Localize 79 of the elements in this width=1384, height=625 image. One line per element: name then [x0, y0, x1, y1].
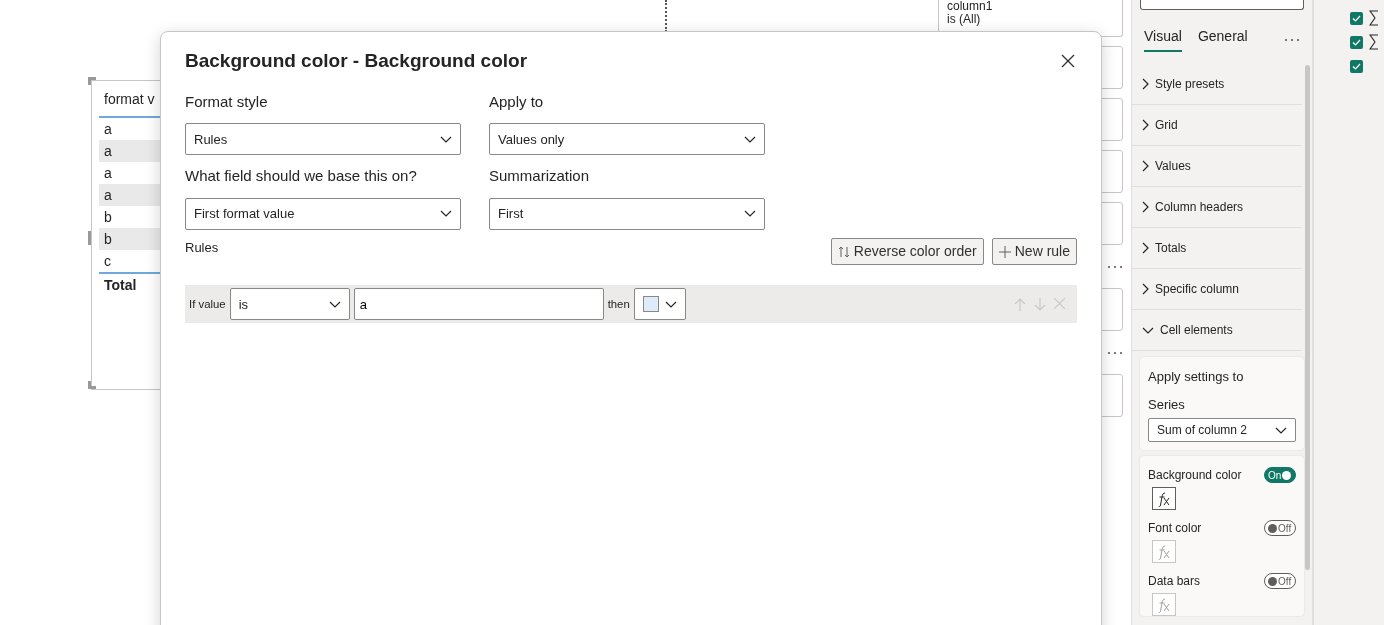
- toggle-switch[interactable]: Off: [1264, 520, 1296, 536]
- field-label: Apply to: [489, 91, 545, 112]
- table-cell-text: a: [103, 120, 113, 139]
- field-label: Series: [1148, 395, 1186, 414]
- dropdown[interactable]: Rules: [185, 123, 461, 156]
- filter-card[interactable]: column1 is (All): [938, 0, 1123, 37]
- search-field[interactable]: [1140, 0, 1304, 10]
- pane-tab[interactable]: Visual: [1144, 26, 1182, 52]
- fx-button[interactable]: [1156, 490, 1172, 507]
- dialog-title: Background color - Background color: [185, 50, 528, 73]
- table-cell-text: b: [103, 208, 113, 227]
- section-header[interactable]: Style presets: [1132, 64, 1302, 105]
- filter-field: column1: [947, 0, 1114, 13]
- more-icon: [1107, 264, 1123, 269]
- table-cell: b: [99, 228, 160, 250]
- toggle-switch[interactable]: On: [1264, 467, 1296, 483]
- section-header[interactable]: Cell elements: [1132, 310, 1302, 351]
- chevron-right-icon: [1142, 78, 1149, 90]
- dropdown[interactable]: First format value: [185, 197, 461, 230]
- value-input[interactable]: a: [353, 288, 604, 321]
- chevron-down-icon: [328, 300, 341, 308]
- operator-dropdown[interactable]: is: [229, 288, 350, 321]
- pane-tab[interactable]: General: [1197, 26, 1248, 52]
- dropdown[interactable]: First: [489, 197, 765, 230]
- section-header[interactable]: Totals: [1132, 228, 1302, 269]
- sigma-icon: [1369, 10, 1379, 26]
- checkbox[interactable]: [1350, 35, 1363, 49]
- resize-handle[interactable]: [88, 77, 96, 85]
- color-picker[interactable]: [633, 288, 686, 321]
- condition-label: If value: [189, 296, 226, 312]
- chevron-right-icon: [1142, 201, 1149, 213]
- plus-icon: [998, 245, 1011, 258]
- checkbox[interactable]: [1350, 11, 1363, 25]
- table-cell-text: a: [103, 164, 113, 183]
- chevron-right-icon: [1142, 242, 1149, 254]
- then-label: then: [607, 296, 630, 312]
- more-icon: [1284, 37, 1300, 42]
- field-label: Format style: [185, 91, 269, 112]
- chevron-right-icon: [1142, 160, 1149, 172]
- check-icon: [1352, 62, 1361, 70]
- chevron-down-icon: [744, 210, 756, 218]
- section-label: Rules: [185, 238, 219, 257]
- action-button[interactable]: Reverse color order: [830, 238, 984, 266]
- section-header[interactable]: Grid: [1132, 105, 1302, 146]
- toggle-label: Data bars: [1148, 573, 1201, 590]
- chevron-down-icon: [744, 135, 756, 143]
- section-header[interactable]: Column headers: [1132, 187, 1302, 228]
- scrollbar[interactable]: [1305, 65, 1310, 570]
- chevron-right-icon: [1142, 119, 1149, 131]
- checkbox[interactable]: [1350, 59, 1363, 73]
- chevron-down-icon: [440, 210, 452, 218]
- chevron-down-icon: [664, 300, 677, 308]
- chevron-right-icon: [1142, 283, 1149, 295]
- field-label: What field should we base this on?: [185, 166, 418, 187]
- toggle-label: Background color: [1148, 467, 1242, 484]
- resize-handle[interactable]: [88, 231, 92, 245]
- sort-icon: [837, 245, 850, 258]
- toggle-switch[interactable]: Off: [1264, 573, 1296, 589]
- close-icon: [1061, 54, 1075, 69]
- more-icon: [1107, 350, 1123, 355]
- field-label: Summarization: [489, 166, 591, 187]
- section-header[interactable]: Values: [1132, 146, 1302, 187]
- table-cell: a: [99, 184, 160, 206]
- resize-handle[interactable]: [88, 381, 96, 389]
- card-title: Apply settings to: [1148, 368, 1245, 386]
- series-dropdown[interactable]: Sum of column 2: [1148, 418, 1296, 442]
- filter-condition: is (All): [947, 13, 982, 26]
- check-icon: [1352, 38, 1361, 46]
- chevron-down-icon: [440, 135, 452, 143]
- sigma-icon: [1369, 34, 1379, 50]
- action-button[interactable]: New rule: [991, 238, 1077, 266]
- table-cell: a: [99, 140, 160, 162]
- chevron-down-icon: [1275, 426, 1287, 434]
- section-header[interactable]: Specific column: [1132, 269, 1302, 310]
- table-cell-text: c: [103, 252, 112, 271]
- dropdown[interactable]: Values only: [489, 123, 765, 156]
- chevron-down-icon: [1142, 326, 1154, 334]
- toggle-label: Font color: [1148, 520, 1202, 537]
- check-icon: [1352, 14, 1361, 22]
